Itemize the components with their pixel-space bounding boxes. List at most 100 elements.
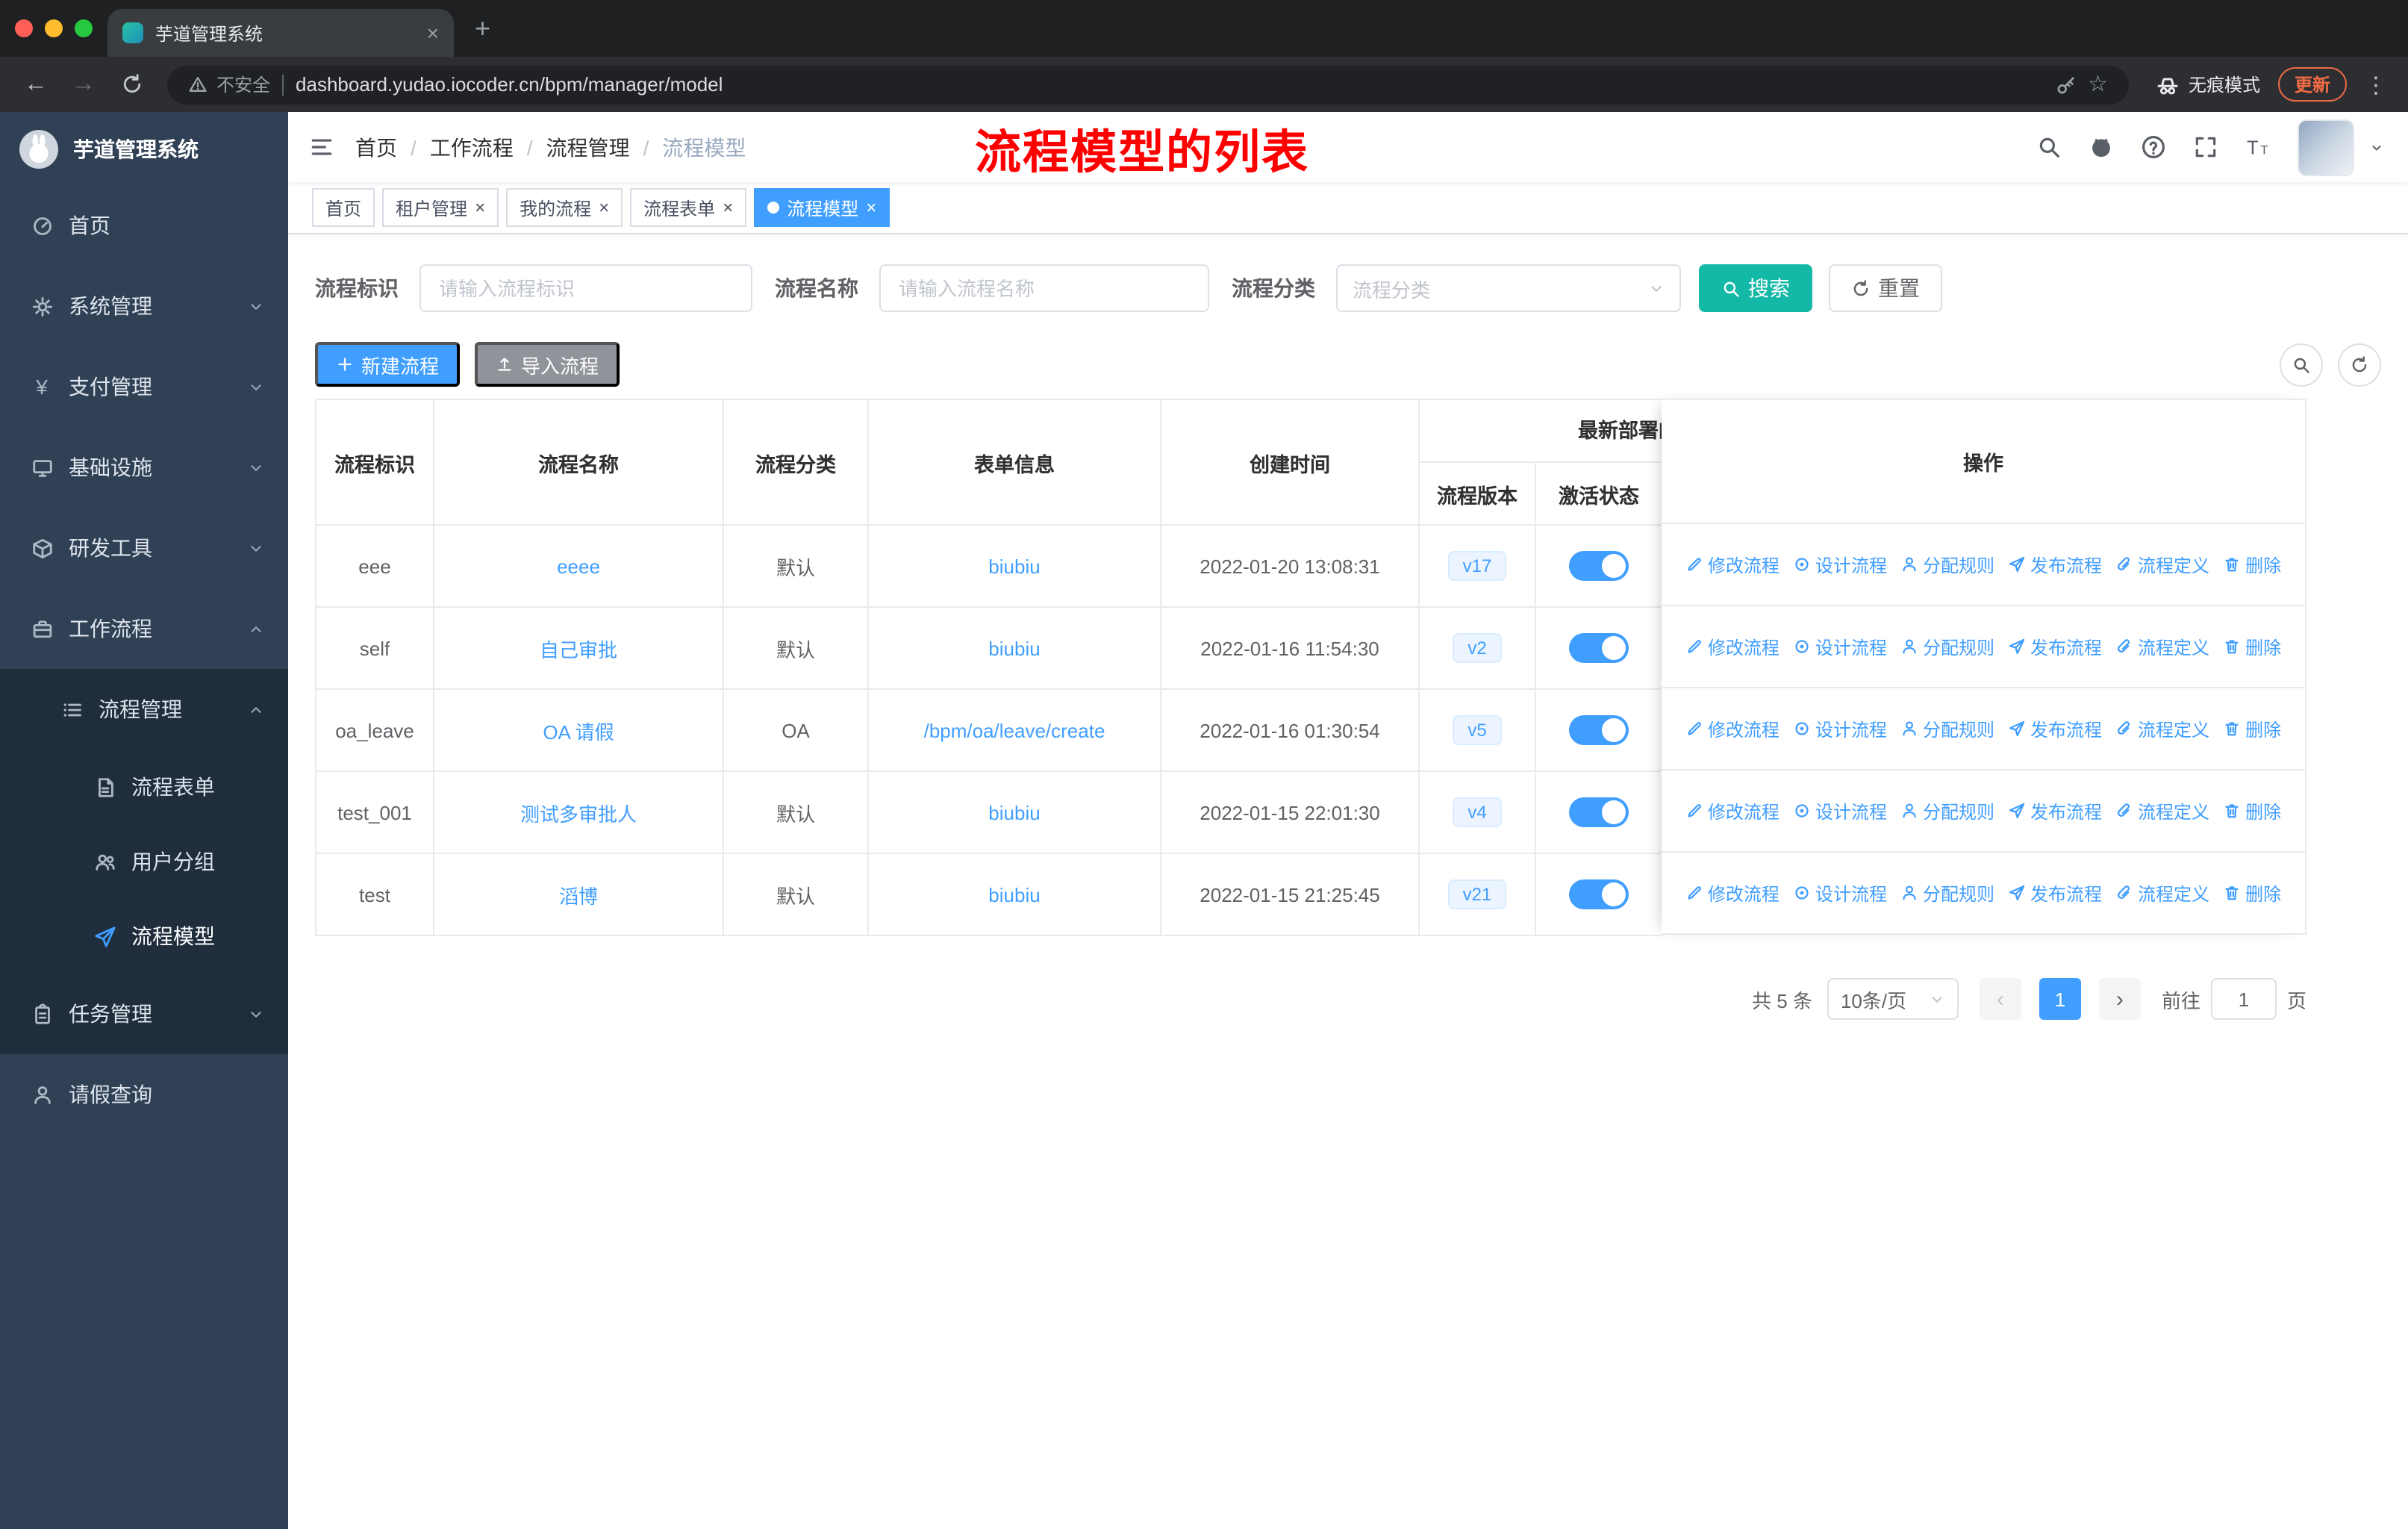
- design-model-button[interactable]: 设计流程: [1793, 880, 1887, 906]
- breadcrumb-process-management[interactable]: 流程管理: [546, 132, 630, 162]
- sidebar-item-home[interactable]: 首页: [0, 185, 288, 266]
- version-badge[interactable]: v5: [1453, 715, 1502, 745]
- publish-model-button[interactable]: 发布流程: [2008, 716, 2102, 741]
- sidebar-item-devtools[interactable]: 研发工具: [0, 508, 288, 588]
- sidebar-item-infrastructure[interactable]: 基础设施: [0, 427, 288, 508]
- forward-button[interactable]: →: [63, 63, 105, 105]
- active-toggle[interactable]: [1569, 797, 1629, 827]
- delete-model-button[interactable]: 删除: [2223, 716, 2281, 741]
- github-icon[interactable]: [2089, 134, 2114, 161]
- publish-model-button[interactable]: 发布流程: [2008, 634, 2102, 659]
- sidebar-item-system[interactable]: 系统管理: [0, 266, 288, 346]
- form-info-link[interactable]: biubiu: [988, 637, 1040, 659]
- import-model-button[interactable]: 导入流程: [475, 342, 620, 387]
- delete-model-button[interactable]: 删除: [2223, 880, 2281, 906]
- process-definition-button[interactable]: 流程定义: [2115, 798, 2209, 823]
- process-definition-button[interactable]: 流程定义: [2115, 880, 2209, 906]
- design-model-button[interactable]: 设计流程: [1793, 634, 1887, 659]
- delete-model-button[interactable]: 删除: [2223, 798, 2281, 823]
- app-logo[interactable]: 芋道管理系统: [0, 112, 288, 185]
- form-info-link[interactable]: biubiu: [988, 801, 1040, 823]
- model-name-input[interactable]: [879, 264, 1209, 312]
- form-info-link[interactable]: /bpm/oa/leave/create: [924, 719, 1105, 741]
- process-definition-button[interactable]: 流程定义: [2115, 716, 2209, 741]
- design-model-button[interactable]: 设计流程: [1793, 716, 1887, 741]
- active-toggle[interactable]: [1569, 551, 1629, 581]
- refresh-table-button[interactable]: [2338, 343, 2381, 386]
- model-name-link[interactable]: 滔博: [559, 880, 598, 909]
- window-minimize-button[interactable]: [45, 19, 63, 37]
- next-page-button[interactable]: ›: [2098, 978, 2141, 1020]
- create-model-button[interactable]: 新建流程: [315, 342, 461, 387]
- toggle-search-button[interactable]: [2280, 343, 2323, 386]
- form-info-link[interactable]: biubiu: [988, 883, 1040, 906]
- assign-rule-button[interactable]: 分配规则: [1900, 634, 1994, 659]
- breadcrumb-home[interactable]: 首页: [355, 132, 397, 162]
- browser-menu-icon[interactable]: ⋮: [2359, 71, 2393, 98]
- window-close-button[interactable]: [15, 19, 33, 37]
- form-info-link[interactable]: biubiu: [988, 555, 1040, 577]
- process-definition-button[interactable]: 流程定义: [2115, 552, 2209, 577]
- reload-button[interactable]: [110, 63, 152, 105]
- close-icon[interactable]: ×: [475, 199, 485, 217]
- sidebar-item-payment[interactable]: ¥ 支付管理: [0, 346, 288, 427]
- sidebar-item-process-management[interactable]: 流程管理: [0, 669, 288, 750]
- window-zoom-button[interactable]: [75, 19, 93, 37]
- category-select[interactable]: 流程分类: [1336, 264, 1681, 312]
- bookmark-star-icon[interactable]: ☆: [2088, 73, 2108, 96]
- page-size-select[interactable]: 10条/页: [1827, 978, 1959, 1020]
- tag-process-form[interactable]: 流程表单 ×: [630, 188, 747, 227]
- edit-model-button[interactable]: 修改流程: [1685, 880, 1780, 906]
- help-icon[interactable]: [2141, 134, 2166, 161]
- version-badge[interactable]: v17: [1447, 551, 1507, 581]
- delete-model-button[interactable]: 删除: [2223, 634, 2281, 659]
- assign-rule-button[interactable]: 分配规则: [1900, 880, 1994, 906]
- model-name-link[interactable]: 自己审批: [540, 634, 617, 662]
- search-button[interactable]: 搜索: [1699, 264, 1812, 312]
- assign-rule-button[interactable]: 分配规则: [1900, 716, 1994, 741]
- close-icon[interactable]: ×: [599, 199, 609, 217]
- sidebar-item-workflow[interactable]: 工作流程: [0, 588, 288, 669]
- sidebar-item-process-form[interactable]: 流程表单: [0, 750, 288, 824]
- goto-page-input[interactable]: [2210, 978, 2277, 1020]
- sidebar-item-process-model[interactable]: 流程模型: [0, 899, 288, 974]
- publish-model-button[interactable]: 发布流程: [2008, 880, 2102, 906]
- page-number-1[interactable]: 1: [2039, 978, 2081, 1020]
- process-definition-button[interactable]: 流程定义: [2115, 634, 2209, 659]
- design-model-button[interactable]: 设计流程: [1793, 552, 1887, 577]
- version-badge[interactable]: v2: [1453, 633, 1502, 663]
- delete-model-button[interactable]: 删除: [2223, 552, 2281, 577]
- new-tab-button[interactable]: +: [475, 12, 490, 45]
- address-bar[interactable]: 不安全 dashboard.yudao.iocoder.cn/bpm/manag…: [167, 65, 2129, 104]
- tag-my-process[interactable]: 我的流程 ×: [506, 188, 623, 227]
- assign-rule-button[interactable]: 分配规则: [1900, 798, 1994, 823]
- security-indicator[interactable]: 不安全: [188, 72, 270, 97]
- publish-model-button[interactable]: 发布流程: [2008, 798, 2102, 823]
- active-toggle[interactable]: [1569, 633, 1629, 663]
- tag-tenant[interactable]: 租户管理 ×: [382, 188, 499, 227]
- model-name-link[interactable]: 测试多审批人: [520, 798, 637, 826]
- font-size-icon[interactable]: [2245, 134, 2271, 161]
- edit-model-button[interactable]: 修改流程: [1685, 552, 1780, 577]
- search-icon[interactable]: [2036, 134, 2062, 161]
- assign-rule-button[interactable]: 分配规则: [1900, 552, 1994, 577]
- sidebar-item-task-management[interactable]: 任务管理: [0, 974, 288, 1054]
- browser-tab[interactable]: 芋道管理系统 ×: [107, 9, 454, 57]
- back-button[interactable]: ←: [15, 63, 57, 105]
- version-badge[interactable]: v21: [1447, 879, 1507, 909]
- design-model-button[interactable]: 设计流程: [1793, 798, 1887, 823]
- close-icon[interactable]: ×: [866, 199, 876, 217]
- edit-model-button[interactable]: 修改流程: [1685, 798, 1780, 823]
- model-name-link[interactable]: eeee: [557, 555, 600, 577]
- reset-button[interactable]: 重置: [1829, 264, 1942, 312]
- sidebar-collapse-icon[interactable]: [309, 134, 334, 160]
- user-avatar[interactable]: [2298, 119, 2354, 175]
- browser-update-button[interactable]: 更新: [2277, 67, 2347, 102]
- tab-close-icon[interactable]: ×: [427, 22, 439, 43]
- edit-model-button[interactable]: 修改流程: [1685, 716, 1780, 741]
- model-key-input[interactable]: [419, 264, 752, 312]
- tag-process-model[interactable]: 流程模型 ×: [754, 188, 890, 227]
- tag-home[interactable]: 首页: [312, 188, 375, 227]
- fullscreen-icon[interactable]: [2193, 134, 2218, 161]
- publish-model-button[interactable]: 发布流程: [2008, 552, 2102, 577]
